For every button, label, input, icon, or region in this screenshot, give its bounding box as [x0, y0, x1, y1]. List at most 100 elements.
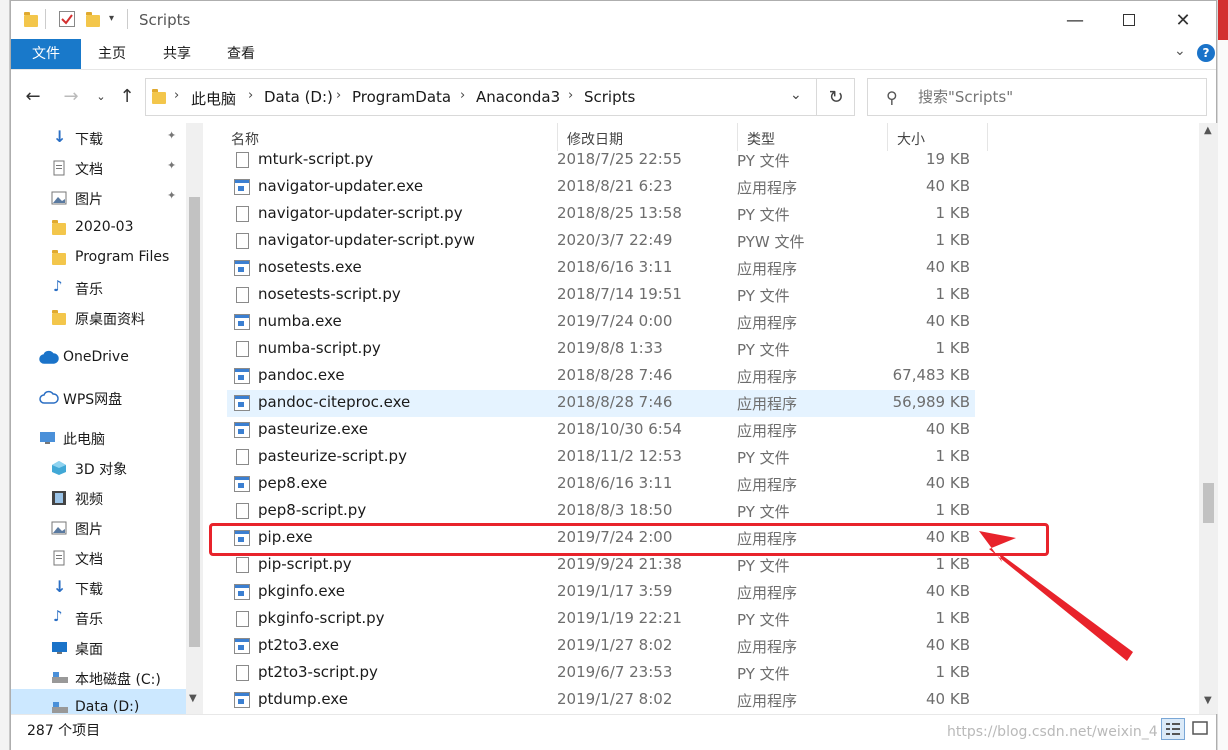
- column-header-date[interactable]: 修改日期: [567, 129, 623, 149]
- file-type: 应用程序: [737, 692, 798, 710]
- breadcrumb-this-pc[interactable]: 此电脑: [191, 88, 236, 109]
- column-header-size[interactable]: 大小: [897, 129, 925, 149]
- nav-item[interactable]: 2020-03: [11, 213, 186, 243]
- file-name: numba.exe: [258, 312, 342, 330]
- scroll-down-arrow-icon[interactable]: ▼: [1204, 695, 1212, 706]
- breadcrumb-data-d[interactable]: Data (D:): [264, 88, 333, 106]
- file-name: nosetests.exe: [258, 258, 362, 276]
- file-row[interactable]: numba.exe 2019/7/24 0:00 应用程序 40 KB: [227, 309, 975, 336]
- file-row[interactable]: pep8.exe 2018/6/16 3:11 应用程序 40 KB: [227, 471, 975, 498]
- tab-home[interactable]: 主页: [81, 39, 143, 69]
- refresh-button[interactable]: ↻: [816, 79, 855, 115]
- scroll-down-arrow-icon[interactable]: ▼: [189, 693, 197, 704]
- nav-item[interactable]: 视频: [11, 483, 186, 513]
- file-row[interactable]: pandoc-citeproc.exe 2018/8/28 7:46 应用程序 56,…: [227, 390, 975, 417]
- nav-item[interactable]: 3D 对象: [11, 453, 186, 483]
- nav-item[interactable]: 图片: [11, 513, 186, 543]
- nav-item[interactable]: ♪ 音乐: [11, 603, 186, 633]
- column-divider[interactable]: [987, 123, 988, 151]
- large-icons-view-button[interactable]: [1189, 718, 1213, 740]
- file-name: pep8.exe: [258, 474, 328, 492]
- nav-item[interactable]: ↓ 下载: [11, 573, 186, 603]
- file-modified-date: 2018/8/21 6:23: [557, 177, 673, 195]
- file-row[interactable]: pkginfo.exe 2019/1/17 3:59 应用程序 40 KB: [227, 579, 975, 606]
- nav-item[interactable]: 本地磁盘 (C:): [11, 663, 186, 693]
- nav-item[interactable]: ↓ 下载 ✦: [11, 123, 186, 153]
- file-row[interactable]: ptdump.exe 2019/1/27 8:02 应用程序 40 KB: [227, 687, 975, 714]
- file-row[interactable]: nosetests-script.py 2018/7/14 19:51 PY 文件 1…: [227, 282, 975, 309]
- nav-item[interactable]: 原桌面资料: [11, 303, 186, 333]
- help-icon[interactable]: ?: [1197, 44, 1215, 62]
- tab-file[interactable]: 文件: [11, 39, 81, 69]
- file-row[interactable]: pt2to3.exe 2019/1/27 8:02 应用程序 40 KB: [227, 633, 975, 660]
- address-bar[interactable]: › 此电脑 › Data (D:) › ProgramData › Anacon…: [145, 78, 855, 116]
- address-dropdown-chevron-icon[interactable]: ⌄: [790, 87, 802, 103]
- nav-item[interactable]: Data (D:): [11, 693, 186, 714]
- search-input[interactable]: [918, 88, 1178, 106]
- tab-view[interactable]: 查看: [209, 39, 273, 69]
- file-row[interactable]: mturk-script.py 2018/7/25 22:55 PY 文件 19 KB: [227, 147, 975, 174]
- nav-item[interactable]: 文档 ✦: [11, 153, 186, 183]
- file-row[interactable]: pt2to3-script.py 2019/6/7 23:53 PY 文件 1 KB: [227, 660, 975, 687]
- nav-item[interactable]: ♪ 音乐: [11, 273, 186, 303]
- nav-item[interactable]: OneDrive: [11, 343, 186, 373]
- file-icon: [236, 611, 249, 627]
- file-row[interactable]: pasteurize-script.py 2018/11/2 12:53 PY 文件…: [227, 444, 975, 471]
- file-row[interactable]: pip-script.py 2019/9/24 21:38 PY 文件 1 KB: [227, 552, 975, 579]
- chevron-down-icon: ⌄: [96, 89, 106, 103]
- search-box[interactable]: ⚲: [867, 78, 1207, 116]
- new-folder-icon[interactable]: [85, 11, 101, 27]
- file-list-scrollbar[interactable]: ▲ ▼: [1199, 123, 1218, 714]
- background-red-strip: [1218, 0, 1228, 40]
- breadcrumb-separator-icon: ›: [248, 88, 254, 103]
- file-icon: [236, 665, 249, 681]
- application-icon: [234, 314, 250, 330]
- file-list-scrollbar-thumb[interactable]: [1203, 483, 1214, 523]
- file-name: pandoc.exe: [258, 366, 345, 384]
- tab-share[interactable]: 共享: [145, 39, 209, 69]
- file-size: 1 KB: [935, 204, 970, 222]
- nav-item[interactable]: WPS网盘: [11, 383, 186, 413]
- forward-button[interactable]: →: [59, 84, 83, 108]
- file-row[interactable]: pasteurize.exe 2018/10/30 6:54 应用程序 40 KB: [227, 417, 975, 444]
- nav-scrollbar-thumb[interactable]: [189, 197, 200, 647]
- maximize-button[interactable]: [1102, 1, 1156, 39]
- nav-item-label: 本地磁盘 (C:): [75, 672, 161, 688]
- column-header-type[interactable]: 类型: [747, 129, 775, 149]
- nav-item[interactable]: 此电脑: [11, 423, 186, 453]
- file-type: 应用程序: [737, 368, 798, 386]
- minimize-button[interactable]: —: [1048, 1, 1102, 39]
- file-row[interactable]: nosetests.exe 2018/6/16 3:11 应用程序 40 KB: [227, 255, 975, 282]
- expand-ribbon-chevron-icon[interactable]: ⌄: [1174, 43, 1186, 59]
- properties-check-icon[interactable]: [59, 11, 75, 27]
- column-header-name[interactable]: 名称: [231, 129, 259, 149]
- recent-locations-button[interactable]: ⌄: [89, 84, 113, 108]
- nav-item[interactable]: 图片 ✦: [11, 183, 186, 213]
- details-view-button[interactable]: [1161, 718, 1185, 740]
- breadcrumb-programdata[interactable]: ProgramData: [352, 88, 451, 106]
- search-icon: ⚲: [886, 88, 898, 107]
- nav-item[interactable]: 文档: [11, 543, 186, 573]
- customize-dropdown-icon[interactable]: ▾: [109, 13, 125, 29]
- file-row[interactable]: navigator-updater.exe 2018/8/21 6:23 应用程序 4…: [227, 174, 975, 201]
- file-row[interactable]: pep8-script.py 2018/8/3 18:50 PY 文件 1 KB: [227, 498, 975, 525]
- file-row[interactable]: pandoc.exe 2018/8/28 7:46 应用程序 67,483 KB: [227, 363, 975, 390]
- breadcrumb-scripts[interactable]: Scripts: [584, 88, 635, 106]
- nav-item[interactable]: Program Files: [11, 243, 186, 273]
- file-row[interactable]: navigator-updater-script.py 2018/8/25 13:…: [227, 201, 975, 228]
- file-row[interactable]: pkginfo-script.py 2019/1/19 22:21 PY 文件 1 K…: [227, 606, 975, 633]
- nav-scrollbar[interactable]: ▼: [186, 123, 203, 714]
- back-button[interactable]: ←: [21, 84, 45, 108]
- close-button[interactable]: ✕: [1156, 1, 1210, 39]
- breadcrumb-anaconda3[interactable]: Anaconda3: [476, 88, 560, 106]
- nav-item[interactable]: 桌面: [11, 633, 186, 663]
- file-row[interactable]: navigator-updater-script.pyw 2020/3/7 22:…: [227, 228, 975, 255]
- file-modified-date: 2018/7/25 22:55: [557, 150, 682, 168]
- up-button[interactable]: ↑: [115, 84, 139, 108]
- music-icon: ♪: [53, 277, 63, 295]
- application-icon: [234, 260, 250, 276]
- nav-item-label: 音乐: [75, 612, 103, 628]
- file-row[interactable]: numba-script.py 2019/8/8 1:33 PY 文件 1 KB: [227, 336, 975, 363]
- folder-icon[interactable]: [23, 11, 39, 27]
- scroll-up-arrow-icon[interactable]: ▲: [1204, 125, 1212, 136]
